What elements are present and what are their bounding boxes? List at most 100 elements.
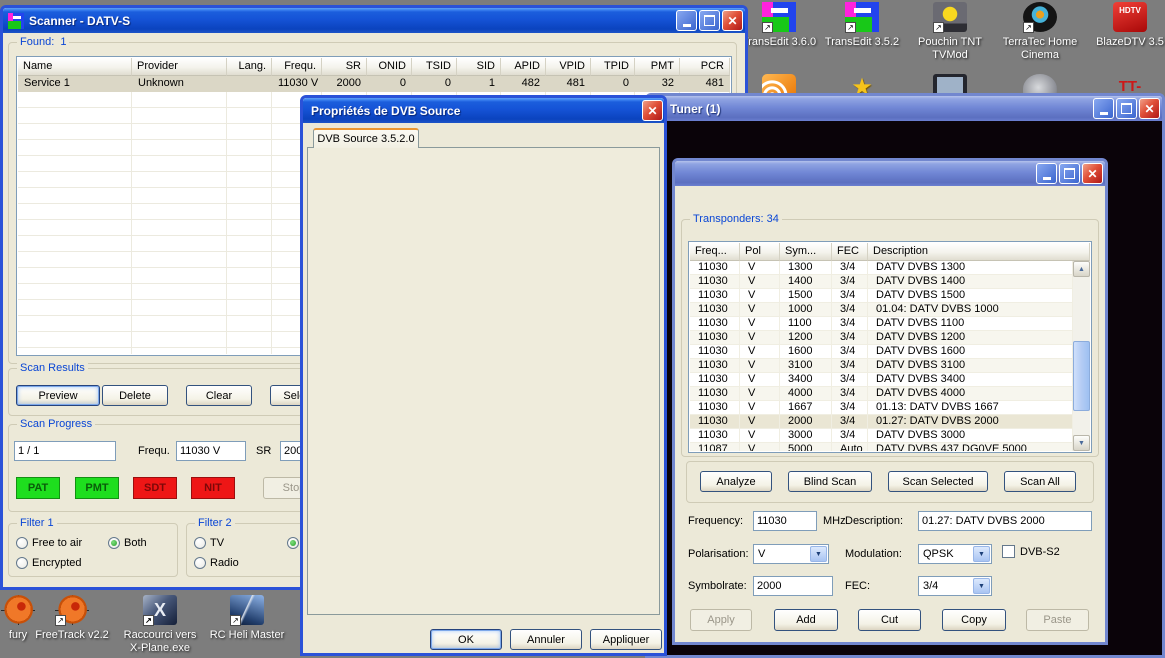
radio-radio[interactable] [194,557,206,569]
tab-dvb-source[interactable]: DVB Source 3.5.2.0 [313,128,419,148]
column-header[interactable]: SID [457,58,501,76]
table-row[interactable]: 11030V13003/4DATV DVBS 1300 [690,261,1073,275]
desktop-icon-freetrack[interactable]: ↗ FreeTrack v2.2 [30,595,114,642]
desktop-icon-transedit-360[interactable]: ↗ TransEdit 3.6.0 [737,2,821,49]
analyze-button[interactable]: Analyze [700,471,772,492]
tuner-titlebar[interactable]: Tuner (1) [648,96,1162,121]
table-row[interactable]: 11030V31003/4DATV DVBS 3100 [690,359,1073,373]
filter2-both-radio[interactable] [287,537,299,549]
symbolrate-field[interactable] [753,576,833,596]
table-row[interactable]: 11030V30003/4DATV DVBS 3000 [690,429,1073,443]
shortcut-arrow-icon: ↗ [230,615,241,626]
desktop-icon-label: Pouchin TNT TVMod [908,36,992,62]
apply-button[interactable]: Apply [690,609,752,631]
chevron-down-icon[interactable]: ▼ [973,546,990,562]
both-radio[interactable] [108,537,120,549]
desktop-icon-terratec[interactable]: ↗ TerraTec Home Cinema [998,2,1082,62]
modulation-select[interactable]: QPSK ▼ [918,544,992,564]
desktop-icon-transedit-352[interactable]: ↗ TransEdit 3.5.2 [820,2,904,49]
delete-button[interactable]: Delete [102,385,168,406]
clear-button[interactable]: Clear [186,385,252,406]
column-header[interactable]: Pol [740,243,780,261]
desktop-icon-label: RC Heli Master [202,629,292,642]
cancel-button[interactable]: Annuler [510,629,582,650]
desktop-icon-pouchin[interactable]: ↗ Pouchin TNT TVMod [908,2,992,62]
minimize-button[interactable] [1036,163,1057,184]
close-button[interactable]: ✕ [722,10,743,31]
desktop-icon-xplane[interactable]: X↗ Raccourci vers X-Plane.exe [118,595,202,655]
polarisation-select[interactable]: V ▼ [753,544,829,564]
column-header[interactable]: Lang. [227,58,272,76]
column-header[interactable]: Sym... [780,243,832,261]
table-row[interactable]: 11030V11003/4DATV DVBS 1100 [690,317,1073,331]
description-field[interactable] [918,511,1092,531]
close-button[interactable]: ✕ [642,100,663,121]
dvbs2-checkbox[interactable] [1002,545,1015,558]
chevron-down-icon[interactable]: ▼ [810,546,827,562]
add-button[interactable]: Add [774,609,838,631]
column-header[interactable]: TPID [591,58,635,76]
free-to-air-radio[interactable] [16,537,28,549]
column-header[interactable]: Freq... [690,243,740,261]
table-row[interactable]: 11030V40003/4DATV DVBS 4000 [690,387,1073,401]
table-row[interactable]: 11030V10003/401.04: DATV DVBS 1000 [690,303,1073,317]
column-header[interactable]: VPID [546,58,591,76]
preview-button[interactable]: Preview [16,385,100,406]
desktop-icon-blazedtv[interactable]: HDTV BlazeDTV 3.5 [1088,2,1165,49]
table-row[interactable]: 11030V34003/4DATV DVBS 3400 [690,373,1073,387]
blind-scan-button[interactable]: Blind Scan [788,471,872,492]
maximize-button[interactable] [1059,163,1080,184]
paste-button[interactable]: Paste [1026,609,1089,631]
desktop-icon-rcheli[interactable]: ↗ RC Heli Master [202,595,292,642]
column-header[interactable]: TSID [412,58,457,76]
column-header[interactable]: Description [868,243,1090,261]
chevron-down-icon[interactable]: ▼ [973,578,990,594]
table-row[interactable]: 11087V5000AutoDATV DVBS 437 DG0VE 5000 [690,443,1073,451]
scroll-down-icon[interactable]: ▼ [1073,435,1090,451]
close-button[interactable]: ✕ [1139,98,1160,119]
frequency-field[interactable] [753,511,817,531]
column-header[interactable]: FEC [832,243,868,261]
column-header[interactable]: Provider [132,58,227,76]
tv-radio[interactable] [194,537,206,549]
scan-selected-button[interactable]: Scan Selected [888,471,988,492]
column-header[interactable]: APID [501,58,546,76]
column-header[interactable]: ONID [367,58,412,76]
encrypted-radio[interactable] [16,557,28,569]
table-row[interactable]: 11030V16003/4DATV DVBS 1600 [690,345,1073,359]
progress-field[interactable] [14,441,116,461]
table-row[interactable]: 11030V12003/4DATV DVBS 1200 [690,331,1073,345]
table-row[interactable]: Service 1Unknown11030 V20000014824810324… [18,76,730,92]
frequ-label: Frequ. [138,445,170,457]
maximize-button[interactable] [699,10,720,31]
scroll-up-icon[interactable]: ▲ [1073,261,1090,277]
transponders-list[interactable]: Freq...PolSym...FECDescription 11030V130… [688,241,1092,453]
table-row[interactable]: 11030V14003/4DATV DVBS 1400 [690,275,1073,289]
scroll-thumb[interactable] [1073,341,1090,411]
table-row[interactable]: 11030V16673/401.13: DATV DVBS 1667 [690,401,1073,415]
column-header[interactable]: PCR [680,58,730,76]
copy-button[interactable]: Copy [942,609,1006,631]
column-header[interactable]: PMT [635,58,680,76]
close-button[interactable]: ✕ [1082,163,1103,184]
minimize-button[interactable] [676,10,697,31]
table-row[interactable]: 11030V20003/401.27: DATV DVBS 2000 [690,415,1073,429]
scan-all-button[interactable]: Scan All [1004,471,1076,492]
maximize-button[interactable] [1116,98,1137,119]
frequ-field[interactable] [176,441,246,461]
radio-label: Radio [210,557,239,569]
fec-select[interactable]: 3/4 ▼ [918,576,992,596]
column-header[interactable]: SR [322,58,367,76]
ok-button[interactable]: OK [430,629,502,650]
cut-button[interactable]: Cut [858,609,921,631]
column-header[interactable]: Frequ. [272,58,322,76]
table-row[interactable]: 11030V15003/4DATV DVBS 1500 [690,289,1073,303]
scrollbar[interactable]: ▲ ▼ [1073,261,1090,451]
minimize-button[interactable] [1093,98,1114,119]
apply-button[interactable]: Appliquer [590,629,662,650]
symbolrate-label: Symbolrate: [688,580,747,592]
scanner-titlebar[interactable]: Scanner - DATV-S [3,8,745,33]
column-header[interactable]: Name [18,58,132,76]
dvbs2-label: DVB-S2 [1020,546,1060,558]
dialog-titlebar[interactable]: Propriétés de DVB Source [303,98,664,123]
